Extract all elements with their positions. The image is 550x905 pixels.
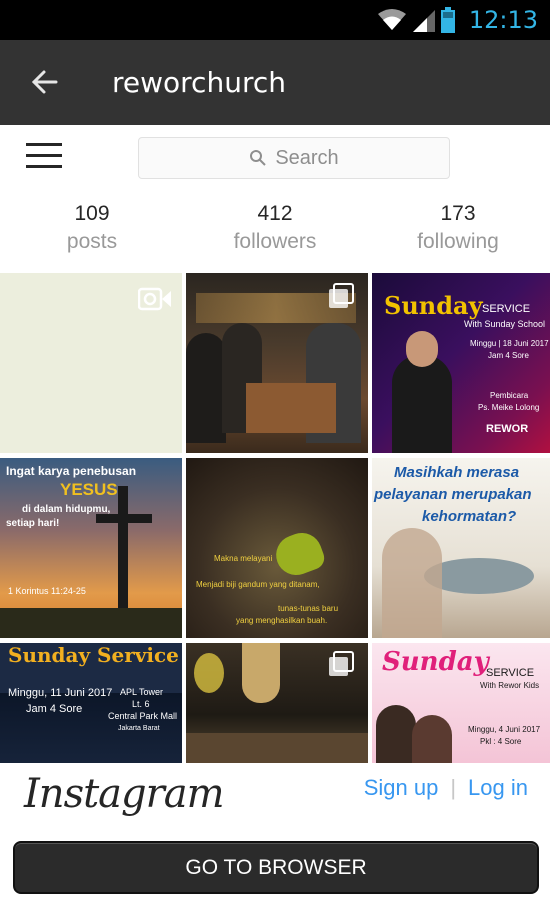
post-7-text-2: Minggu, 11 Juni 2017 [8, 687, 113, 699]
grid-post-5[interactable]: Makna melayani Menjadi biji gandum yang … [186, 458, 368, 638]
post-9-text-2: SERVICE [486, 667, 535, 679]
post-7-text-4: APL Tower [120, 687, 164, 697]
post-9-text-1: Sunday [382, 647, 489, 677]
post-9-text-3: With Rewor Kids [480, 681, 540, 690]
photo-grid: Sunday SERVICE With Sunday School Minggu… [0, 273, 550, 763]
post-5-text-4: yang menghasilkan buah. [236, 616, 328, 625]
following-label: following [417, 230, 499, 253]
posts-label: posts [66, 230, 118, 253]
multiple-posts-icon [329, 651, 354, 676]
signal-icon [412, 10, 435, 32]
post-3-text-8: REWOR [486, 423, 529, 435]
grid-post-4[interactable]: Ingat karya penebusan YESUS di dalam hid… [0, 458, 182, 638]
hamburger-menu-icon[interactable] [26, 143, 62, 169]
auth-links: Sign up | Log in [364, 775, 528, 801]
instagram-toolbar: Search [0, 125, 550, 194]
stat-posts[interactable]: 109 posts [12, 201, 172, 257]
post-3-text-3: With Sunday School [464, 319, 546, 329]
go-to-browser-button[interactable]: GO TO BROWSER [13, 841, 539, 894]
grid-post-2[interactable] [186, 273, 368, 453]
arrow-left-icon[interactable] [26, 62, 66, 102]
grid-post-9[interactable]: Sunday SERVICE With Rewor Kids Minggu, 4… [372, 643, 550, 763]
search-input[interactable]: Search [138, 137, 450, 179]
login-footer: Instagram Sign up | Log in GO TO BROWSER [0, 763, 550, 905]
post-6-text-1: Masihkah merasa [394, 464, 520, 481]
post-7-text-1: Sunday Service [8, 643, 179, 667]
stat-following[interactable]: 173 following [378, 201, 538, 257]
status-icons: 12:13 [377, 0, 538, 40]
status-bar: 12:13 [0, 0, 550, 40]
wifi-icon [377, 9, 406, 30]
post-5-text-2: Menjadi biji gandum yang ditanam, [196, 580, 320, 589]
post-3-text-2: SERVICE [482, 303, 531, 315]
post-3-text-6: Pembicara [490, 391, 529, 400]
app-bar: reworchurch [0, 40, 550, 125]
following-count: 173 [440, 202, 476, 225]
post-3-text-7: Ps. Meike Lolong [478, 403, 540, 412]
stat-followers[interactable]: 412 followers [195, 201, 355, 257]
post-7-text-7: Jakarta Barat [118, 725, 160, 732]
video-camera-icon [138, 287, 171, 311]
post-4-text-3: di dalam hidupmu, [22, 504, 111, 515]
sign-up-link[interactable]: Sign up [364, 775, 439, 801]
instagram-logo: Instagram [24, 771, 225, 817]
post-7-text-6: Central Park Mall [108, 711, 178, 721]
grid-post-6[interactable]: Masihkah merasa pelayanan merupakan keho… [372, 458, 550, 638]
post-4-text-1: Ingat karya penebusan [6, 464, 137, 478]
post-3-text-4: Minggu | 18 Juni 2017 [470, 339, 549, 348]
post-3-text-5: Jam 4 Sore [488, 351, 529, 360]
grid-post-7[interactable]: Sunday Service Minggu, 11 Juni 2017 Jam … [0, 643, 182, 763]
post-4-text-2: YESUS [60, 480, 118, 499]
post-5-text-3: tunas-tunas baru [278, 604, 339, 613]
post-7-text-3: Jam 4 Sore [26, 703, 83, 715]
app-title: reworchurch [112, 66, 286, 99]
post-6-text-2: pelayanan merupakan [374, 486, 532, 503]
magnifier-icon [250, 150, 267, 166]
profile-stats: 109 posts 412 followers 173 following [0, 193, 550, 273]
battery-icon [440, 7, 455, 33]
grid-post-3[interactable]: Sunday SERVICE With Sunday School Minggu… [372, 273, 550, 453]
post-7-text-5: Lt. 6 [132, 699, 150, 709]
multiple-posts-icon [329, 283, 354, 308]
post-4-text-4: setiap hari! [6, 518, 60, 529]
post-9-text-5: Pkl : 4 Sore [480, 737, 522, 746]
posts-count: 109 [74, 202, 110, 225]
post-3-text-1: Sunday [384, 291, 483, 320]
auth-separator: | [450, 775, 457, 800]
post-4-text-5: 1 Korintus 11:24-25 [8, 586, 86, 596]
search-placeholder: Search [275, 146, 339, 169]
status-time: 12:13 [468, 6, 538, 34]
followers-count: 412 [257, 202, 293, 225]
post-9-text-4: Minggu, 4 Juni 2017 [468, 725, 541, 734]
grid-post-8[interactable] [186, 643, 368, 763]
post-5-text-1: Makna melayani [214, 554, 273, 563]
followers-label: followers [233, 230, 317, 253]
log-in-link[interactable]: Log in [468, 775, 528, 801]
post-6-text-3: kehormatan? [422, 508, 517, 525]
grid-post-1[interactable] [0, 273, 182, 453]
